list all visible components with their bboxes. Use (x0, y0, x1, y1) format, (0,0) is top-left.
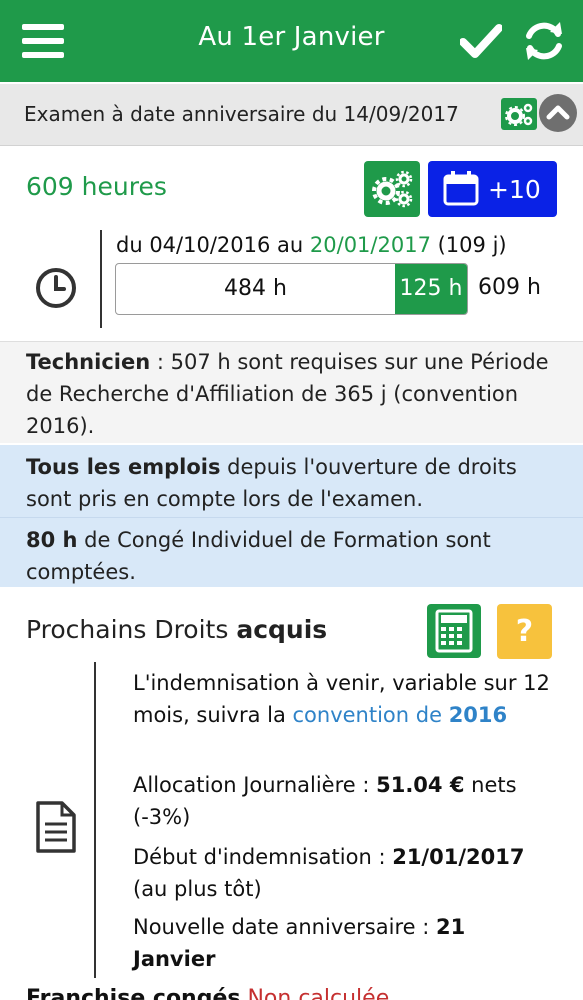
base-hours: 484 h (224, 276, 287, 301)
rights-divider (94, 662, 96, 978)
rights-line-allowance: Allocation Journalière : 51.04 € nets (-… (133, 773, 517, 829)
info-training-leave: 80 h de Congé Individuel de Formation so… (0, 517, 583, 587)
rights-line-start: Début d'indemnisation : 21/01/2017 (au p… (133, 845, 525, 901)
settings-button[interactable] (364, 161, 420, 217)
calendar-icon (443, 171, 479, 206)
clock-icon (36, 268, 76, 308)
exam-settings-button[interactable] (501, 98, 537, 130)
rights-line-anniversary: Nouvelle date anniversaire : 21 Janvier (133, 915, 466, 971)
help-button[interactable]: ? (497, 604, 552, 659)
app-bar: Au 1er Janvier (0, 0, 583, 82)
chevron-up-icon (546, 105, 570, 120)
add-days-button[interactable]: +10 (428, 161, 557, 217)
document-icon (36, 801, 76, 853)
exam-date-text: Examen à date anniversaire du 14/09/2017 (24, 102, 459, 126)
rights-title: Prochains Droits acquis (26, 615, 328, 644)
check-icon[interactable] (460, 22, 502, 60)
period-divider (100, 230, 102, 328)
add-days-label: +10 (488, 175, 541, 204)
convention-link[interactable]: convention de 2016 (293, 703, 508, 727)
progress-total: 609 h (478, 275, 541, 300)
profession-info: Technicien : 507 h sont requises sur une… (0, 341, 583, 443)
calculator-button[interactable] (427, 604, 481, 658)
refresh-icon[interactable] (522, 20, 566, 62)
collapse-button[interactable] (539, 94, 577, 132)
period-end-date: 20/01/2017 (309, 233, 431, 257)
extra-hours: 125 h (395, 264, 467, 314)
gears-icon (505, 103, 533, 126)
info-all-jobs: Tous les emplois depuis l'ouverture de d… (0, 445, 583, 517)
next-section-heading: Franchise congés Non calculée (26, 986, 390, 1000)
affiliation-period: du 04/10/2016 au 20/01/2017 (109 j) (116, 233, 507, 257)
calculator-icon (435, 609, 473, 653)
total-hours-heading: 609 heures (26, 172, 167, 201)
exam-date-bar: Examen à date anniversaire du 14/09/2017 (0, 84, 583, 146)
hours-progress-bar: 484 h 125 h (115, 263, 468, 315)
rights-line-convention: L'indemnisation à venir, variable sur 12… (133, 671, 550, 727)
gears-icon (372, 170, 413, 208)
